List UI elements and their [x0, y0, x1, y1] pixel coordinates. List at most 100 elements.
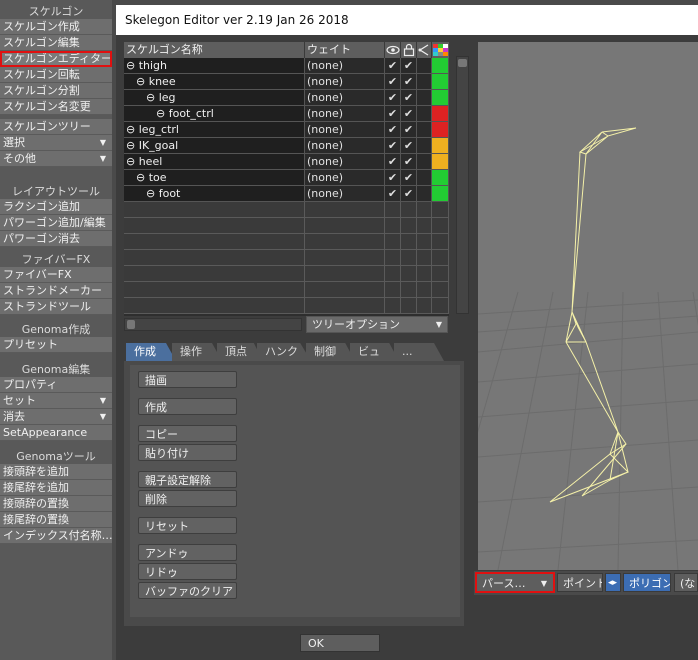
lock-checkbox[interactable]: ✔: [401, 122, 417, 138]
eye-icon[interactable]: [385, 42, 401, 58]
lock-checkbox[interactable]: ✔: [401, 186, 417, 202]
3d-viewport[interactable]: [478, 42, 698, 570]
menu-item[interactable]: セット ▼: [0, 393, 112, 409]
action-button[interactable]: リドゥ: [138, 563, 237, 580]
ok-button[interactable]: OK: [300, 634, 380, 652]
lock-checkbox[interactable]: ✔: [401, 58, 417, 74]
action-button[interactable]: 親子設定解除: [138, 471, 237, 488]
skelegon-tree[interactable]: スケルゴン名称 ウェイト ⊖ thigh (none) ✔ ✔ ⊖ knee (none)…: [124, 42, 449, 316]
hierarchy-icon[interactable]: [417, 42, 432, 58]
menu-item[interactable]: 選択 ▼: [0, 135, 112, 151]
tree-row[interactable]: ⊖ foot (none) ✔ ✔: [124, 186, 449, 202]
weight-cell[interactable]: (none): [305, 154, 385, 170]
weight-cell[interactable]: (none): [305, 170, 385, 186]
menu-item[interactable]: スケルゴン編集: [0, 35, 112, 51]
tree-row[interactable]: ⊖ IK_goal (none) ✔ ✔: [124, 138, 449, 154]
tree-row[interactable]: ⊖ leg (none) ✔ ✔: [124, 90, 449, 106]
lock-checkbox[interactable]: ✔: [401, 90, 417, 106]
view-mode-dropdown[interactable]: パース… ▼: [475, 572, 555, 593]
menu-item[interactable]: スケルゴン回転: [0, 67, 112, 83]
menu-item[interactable]: パワーゴン追加/編集: [0, 215, 112, 231]
menu-item[interactable]: ストランドツール: [0, 299, 112, 315]
polygon-mode-button[interactable]: ポリゴン: [623, 573, 671, 592]
action-button[interactable]: コピー: [138, 425, 237, 442]
tab[interactable]: ハンク: [257, 343, 311, 361]
menu-item[interactable]: ファイバーFX: [0, 267, 112, 283]
bone-name[interactable]: ⊖ toe: [124, 170, 305, 186]
lock-checkbox[interactable]: ✔: [401, 74, 417, 90]
visible-checkbox[interactable]: ✔: [385, 58, 401, 74]
color-swatch[interactable]: [432, 138, 449, 154]
menu-item[interactable]: スケルゴン名変更: [0, 99, 112, 115]
action-button[interactable]: アンドゥ: [138, 544, 237, 561]
color-swatch[interactable]: [432, 170, 449, 186]
bone-name[interactable]: ⊖ knee: [124, 74, 305, 90]
bone-name[interactable]: ⊖ foot: [124, 186, 305, 202]
lock-checkbox[interactable]: ✔: [401, 170, 417, 186]
menu-item[interactable]: スケルゴン分割: [0, 83, 112, 99]
menu-item[interactable]: プリセット: [0, 337, 112, 353]
point-mode-button[interactable]: ポイント: [557, 573, 603, 592]
menu-item[interactable]: ストランドメーカー: [0, 283, 112, 299]
menu-item[interactable]: ラクシゴン追加: [0, 199, 112, 215]
weight-cell[interactable]: (none): [305, 138, 385, 154]
tree-horizontal-scrollbar[interactable]: [124, 318, 302, 331]
surface-selector[interactable]: (なし: [674, 573, 698, 592]
color-swatch[interactable]: [432, 186, 449, 202]
menu-item[interactable]: その他 ▼: [0, 151, 112, 167]
color-palette-icon[interactable]: [432, 42, 449, 58]
tab[interactable]: ビュー: [350, 343, 399, 361]
bone-name[interactable]: ⊖ leg_ctrl: [124, 122, 305, 138]
tree-row[interactable]: ⊖ toe (none) ✔ ✔: [124, 170, 449, 186]
bone-name[interactable]: ⊖ heel: [124, 154, 305, 170]
action-button[interactable]: リセット: [138, 517, 237, 534]
action-button[interactable]: 削除: [138, 490, 237, 507]
color-swatch[interactable]: [432, 106, 449, 122]
scroll-handle[interactable]: [458, 59, 467, 67]
color-swatch[interactable]: [432, 58, 449, 74]
visible-checkbox[interactable]: ✔: [385, 154, 401, 170]
header-name[interactable]: スケルゴン名称: [124, 42, 305, 58]
action-button[interactable]: 描画: [138, 371, 237, 388]
visible-checkbox[interactable]: ✔: [385, 186, 401, 202]
tab[interactable]: 操作: [172, 343, 222, 361]
lock-checkbox[interactable]: ✔: [401, 154, 417, 170]
menu-item[interactable]: プロパティ: [0, 377, 112, 393]
tree-row[interactable]: ⊖ thigh (none) ✔ ✔: [124, 58, 449, 74]
visible-checkbox[interactable]: ✔: [385, 74, 401, 90]
swap-arrows-icon[interactable]: ◂▸: [605, 573, 621, 592]
menu-item[interactable]: スケルゴン作成: [0, 19, 112, 35]
bone-name[interactable]: ⊖ leg: [124, 90, 305, 106]
visible-checkbox[interactable]: ✔: [385, 170, 401, 186]
tree-row[interactable]: ⊖ foot_ctrl (none) ✔ ✔: [124, 106, 449, 122]
menu-item[interactable]: 消去 ▼: [0, 409, 112, 425]
tab[interactable]: 制御: [306, 343, 355, 361]
menu-item[interactable]: スケルゴンエディター: [0, 51, 112, 67]
bone-name[interactable]: ⊖ thigh: [124, 58, 305, 74]
weight-cell[interactable]: (none): [305, 74, 385, 90]
bone-name[interactable]: ⊖ IK_goal: [124, 138, 305, 154]
tree-vertical-scrollbar[interactable]: [456, 56, 469, 314]
weight-cell[interactable]: (none): [305, 122, 385, 138]
menu-item[interactable]: SetAppearance: [0, 425, 112, 441]
header-weight[interactable]: ウェイト: [305, 42, 385, 58]
tree-row[interactable]: ⊖ leg_ctrl (none) ✔ ✔: [124, 122, 449, 138]
menu-item[interactable]: 接尾辞の置換: [0, 512, 112, 528]
action-button[interactable]: 作成: [138, 398, 237, 415]
weight-cell[interactable]: (none): [305, 58, 385, 74]
tab[interactable]: ...: [394, 343, 444, 361]
visible-checkbox[interactable]: ✔: [385, 138, 401, 154]
visible-checkbox[interactable]: ✔: [385, 106, 401, 122]
menu-item[interactable]: 接頭辞を追加: [0, 464, 112, 480]
color-swatch[interactable]: [432, 74, 449, 90]
lock-icon[interactable]: [401, 42, 417, 58]
menu-item[interactable]: 接頭辞の置換: [0, 496, 112, 512]
weight-cell[interactable]: (none): [305, 90, 385, 106]
bone-name[interactable]: ⊖ foot_ctrl: [124, 106, 305, 122]
visible-checkbox[interactable]: ✔: [385, 122, 401, 138]
weight-cell[interactable]: (none): [305, 106, 385, 122]
menu-item[interactable]: 接尾辞を追加: [0, 480, 112, 496]
tree-row[interactable]: ⊖ knee (none) ✔ ✔: [124, 74, 449, 90]
weight-cell[interactable]: (none): [305, 186, 385, 202]
menu-item[interactable]: インデックス付名称…: [0, 528, 112, 544]
